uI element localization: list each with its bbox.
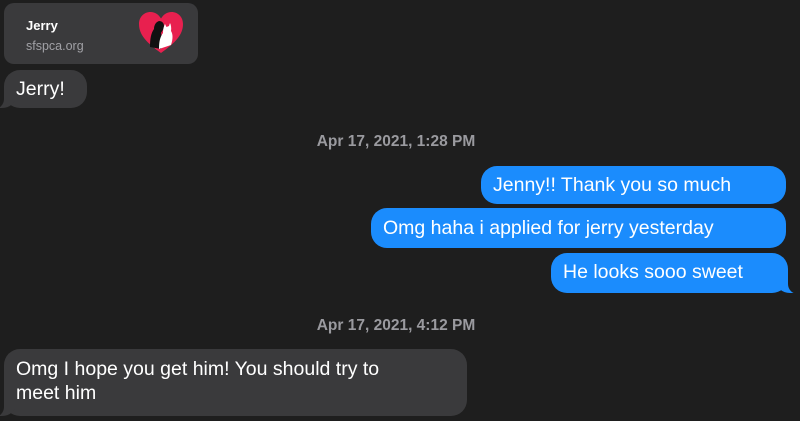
link-preview-domain: sfspca.org bbox=[26, 39, 84, 53]
timestamp-divider: Apr 17, 2021, 4:12 PM bbox=[316, 317, 476, 334]
message-text-line-2: meet him bbox=[16, 382, 97, 404]
message-text: Jerry! bbox=[16, 78, 65, 100]
sfspca-heart-logo-icon bbox=[139, 12, 183, 53]
message-text: He looks sooo sweet bbox=[563, 261, 743, 283]
timestamp-divider: Apr 17, 2021, 1:28 PM bbox=[316, 133, 476, 150]
incoming-message-bubble[interactable]: Omg I hope you get him! You should try t… bbox=[0, 349, 467, 417]
message-thread: Jerry sfspca.org Jerry! Apr 17, 2021, 1:… bbox=[0, 0, 800, 421]
outgoing-message-bubble[interactable]: Omg haha i applied for jerry yesterday bbox=[371, 208, 786, 248]
link-preview-title: Jerry bbox=[26, 18, 58, 33]
link-preview-card[interactable]: Jerry sfspca.org bbox=[4, 3, 198, 64]
message-text-line-1: Omg I hope you get him! You should try t… bbox=[16, 358, 380, 380]
incoming-message-bubble[interactable]: Jerry! bbox=[0, 70, 87, 109]
outgoing-message-bubble[interactable]: He looks sooo sweet bbox=[551, 253, 800, 294]
outgoing-message-bubble[interactable]: Jenny!! Thank you so much bbox=[481, 166, 786, 204]
message-text: Jenny!! Thank you so much bbox=[493, 174, 732, 196]
message-text: Omg haha i applied for jerry yesterday bbox=[383, 217, 714, 239]
